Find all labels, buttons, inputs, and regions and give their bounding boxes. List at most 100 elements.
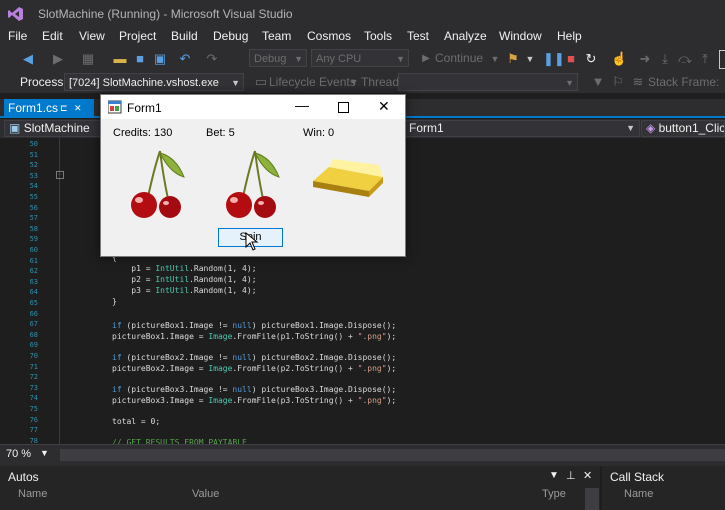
line-number: 66 (29, 309, 38, 318)
col-type[interactable]: Type (542, 488, 566, 500)
code-line-65: } (112, 297, 117, 306)
form1-window[interactable]: Form1 — ✕ Credits: 130 Bet: 5 Win: 0 Spi… (100, 94, 406, 257)
stop-debugging-icon[interactable]: ■ (563, 51, 579, 67)
form-title-bar[interactable]: Form1 — ✕ (101, 95, 405, 119)
step-into-icon[interactable]: ⤓ (657, 51, 673, 67)
break-all-pause-icon[interactable]: ❚❚ (543, 51, 565, 67)
gold-bar-icon (313, 159, 383, 197)
col-value[interactable]: Value (192, 488, 219, 500)
continue-dropdown-icon[interactable]: ▼ (487, 51, 503, 67)
class-dropdown[interactable]: Form1 ▼ (404, 120, 640, 137)
line-number: 51 (29, 150, 38, 159)
close-panel-icon[interactable]: ✕ (583, 469, 592, 482)
menu-view[interactable]: View (79, 29, 105, 43)
continue-button[interactable]: Continue (435, 51, 483, 65)
menu-edit[interactable]: Edit (42, 29, 63, 43)
close-icon[interactable]: ✕ (378, 98, 390, 115)
line-number: 72 (29, 373, 38, 382)
undo-icon[interactable]: ↶ (177, 51, 193, 67)
redo-icon[interactable]: ↷ (204, 51, 220, 67)
debug-location-toolbar: Process: [7024] SlotMachine.vshost.exe ▼ … (0, 71, 725, 93)
platform-value: Any CPU (316, 53, 362, 65)
call-stack-panel: Call Stack Name (602, 466, 725, 510)
menu-build[interactable]: Build (171, 29, 198, 43)
line-number: 58 (29, 224, 38, 233)
menu-help[interactable]: Help (557, 29, 582, 43)
vertical-scrollbar[interactable] (585, 488, 599, 510)
filter-icon[interactable]: ▼ (590, 74, 606, 90)
col-name[interactable]: Name (624, 488, 653, 500)
chevron-down-icon: ▼ (396, 54, 405, 64)
line-number: 74 (29, 394, 38, 403)
menu-cosmos[interactable]: Cosmos (307, 29, 351, 43)
visual-studio-logo-icon (8, 7, 23, 21)
navigate-forward-icon[interactable]: ▶ (50, 51, 66, 67)
class-value: Form1 (409, 121, 444, 135)
process-value: [7024] SlotMachine.vshost.exe (69, 77, 219, 89)
stack-frame-icon[interactable]: ≋ (630, 74, 646, 90)
code-line-68: pictureBox1.Image = Image.FromFile(p1.To… (112, 332, 397, 341)
toolbar-dropdown-icon[interactable]: ▼ (522, 51, 538, 67)
save-icon[interactable]: ■ (132, 51, 148, 67)
step-out-icon[interactable]: ⤒ (697, 51, 713, 67)
code-line-76: total = 0; (112, 417, 161, 426)
menu-project[interactable]: Project (119, 29, 156, 43)
step-over-icon[interactable]: ⤼ (677, 51, 693, 67)
minimize-icon[interactable]: — (295, 97, 309, 113)
line-number: 73 (29, 383, 38, 392)
form-title: Form1 (127, 101, 162, 115)
menu-window[interactable]: Window (499, 29, 542, 43)
maximize-icon[interactable] (338, 102, 349, 113)
menu-test[interactable]: Test (407, 29, 429, 43)
navigate-back-icon[interactable]: ◀ (20, 51, 36, 67)
member-dropdown[interactable]: ◈ button1_Click (641, 120, 725, 137)
credits-label: Credits: 130 (113, 127, 173, 139)
close-tab-icon[interactable]: ✕ (74, 99, 82, 117)
menu-analyze[interactable]: Analyze (444, 29, 487, 43)
continue-play-icon[interactable]: ▶ (418, 51, 434, 67)
project-dropdown[interactable]: ▣ SlotMachine (4, 120, 102, 137)
horizontal-scrollbar[interactable] (60, 449, 725, 461)
line-number: 68 (29, 330, 38, 339)
code-line-64: p3 = IntUtil.Random(1, 4); (112, 286, 257, 295)
bet-label: Bet: 5 (206, 127, 235, 139)
hand-cursor-icon[interactable]: ☝ (611, 51, 627, 67)
toolbar-overflow-box[interactable] (719, 50, 725, 69)
line-number: 59 (29, 235, 38, 244)
menu-team[interactable]: Team (262, 29, 291, 43)
restart-icon[interactable]: ↻ (583, 51, 599, 67)
show-threads-icon[interactable]: ⚑ (505, 51, 521, 67)
line-number: 64 (29, 288, 38, 297)
line-number: 54 (29, 182, 38, 191)
tab-form1-cs[interactable]: Form1.cs ⊏ ✕ (4, 99, 94, 118)
zoom-dropdown-icon[interactable]: ▼ (40, 448, 49, 458)
lifecycle-events-dropdown[interactable]: Lifecycle Events (269, 75, 356, 89)
open-file-icon[interactable]: ▬ (112, 51, 128, 67)
menu-file[interactable]: File (8, 29, 27, 43)
line-number: 70 (29, 352, 38, 360)
thread-label: Thread: (361, 75, 403, 89)
thread-dropdown[interactable]: ▼ (398, 73, 578, 91)
win-label: Win: 0 (303, 127, 335, 139)
zoom-level[interactable]: 70 % (6, 448, 31, 460)
new-project-icon[interactable]: ▦ (80, 51, 96, 67)
menu-tools[interactable]: Tools (364, 29, 392, 43)
lifecycle-events-icon[interactable]: ▭ (253, 74, 269, 90)
show-next-statement-icon[interactable]: ➜ (637, 51, 653, 67)
flag-threads-icon[interactable]: ⚐ (610, 74, 626, 90)
editor-status-strip: 70 % ▼ (0, 444, 725, 466)
pin-tab-icon[interactable]: ⊏ (60, 99, 68, 117)
col-name[interactable]: Name (18, 488, 47, 500)
pin-icon[interactable]: ⊥ (566, 469, 576, 482)
line-number: 77 (29, 426, 38, 435)
save-all-icon[interactable]: ▣ (152, 51, 168, 67)
collapse-region-icon[interactable]: − (56, 171, 64, 179)
menu-debug[interactable]: Debug (213, 29, 248, 43)
process-dropdown[interactable]: [7024] SlotMachine.vshost.exe ▼ (64, 73, 244, 91)
code-line-73: if (pictureBox3.Image != null) pictureBo… (112, 385, 397, 394)
cherry-icon (131, 150, 185, 218)
panel-dropdown-icon[interactable]: ▼ (549, 470, 559, 481)
autos-title: Autos (8, 470, 39, 484)
platform-dropdown[interactable]: Any CPU ▼ (311, 49, 409, 67)
solution-config-dropdown[interactable]: Debug ▼ (249, 49, 307, 67)
